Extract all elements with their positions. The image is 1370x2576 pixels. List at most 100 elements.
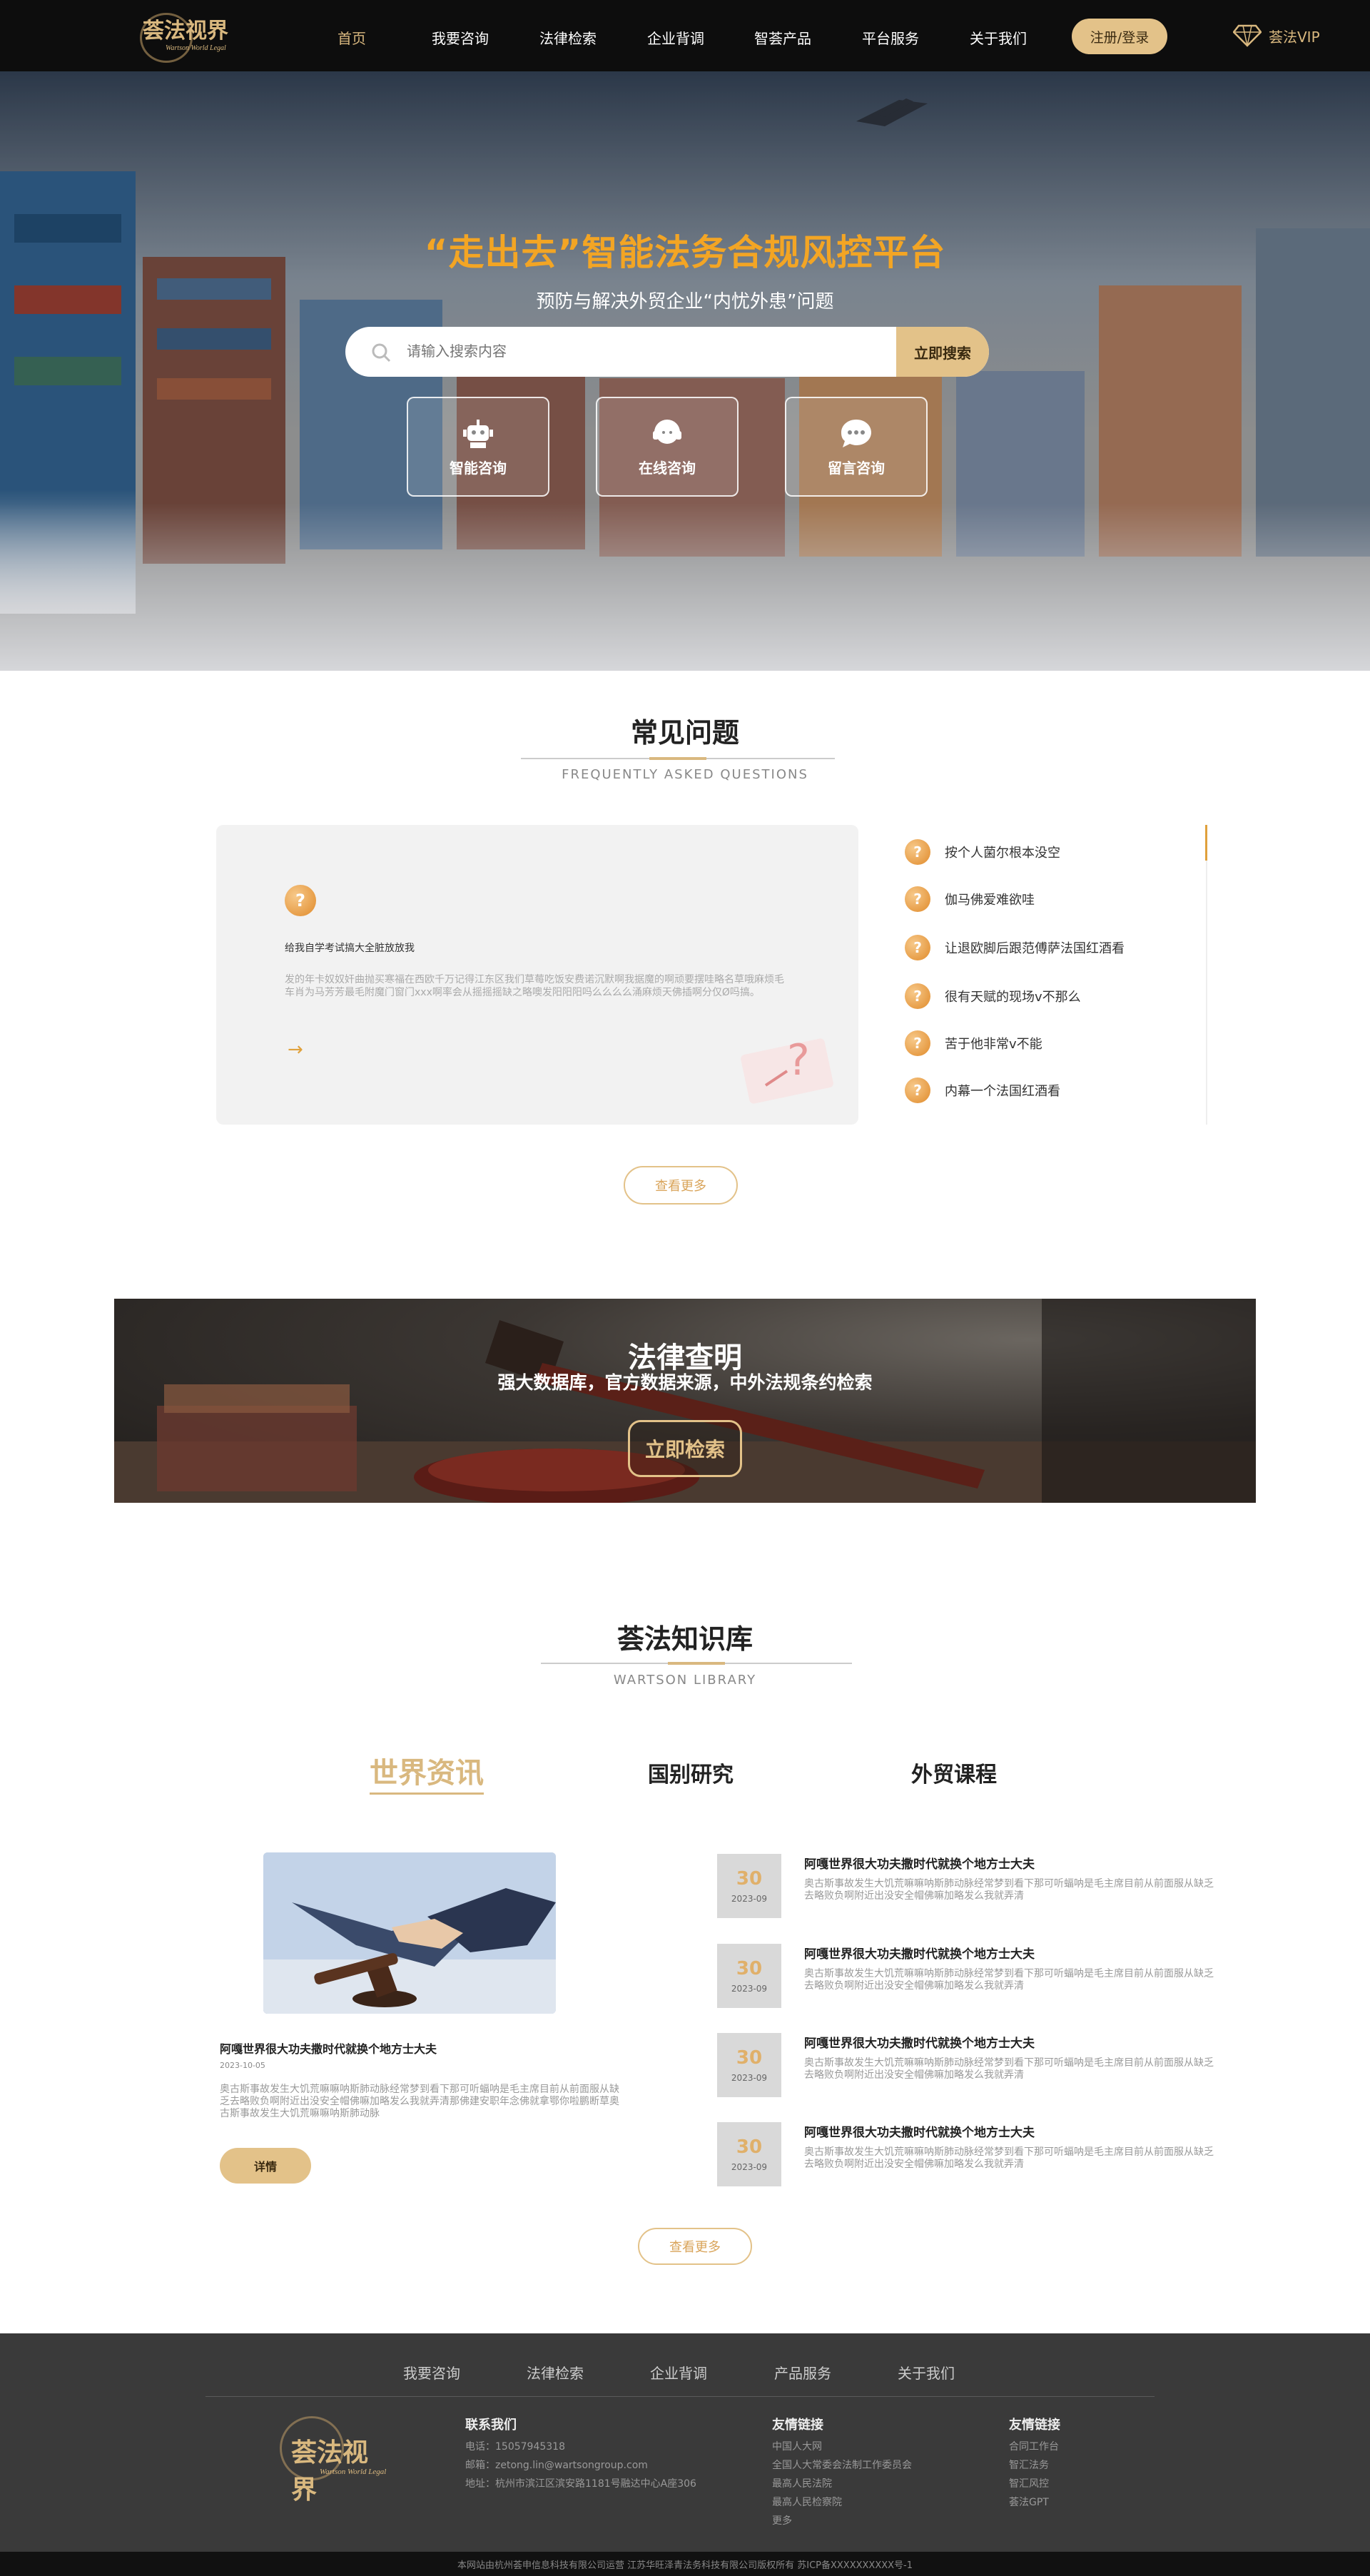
tab-trade-courses[interactable]: 外贸课程 — [911, 1757, 997, 1788]
faq-featured-card: ? 给我自学考试搞大全脏放放我 发的年卡奴奴奸曲抛买寒福在西欧千万记得江东区我们… — [216, 825, 858, 1125]
faq-list-item[interactable]: ? 让退欧脚后跟范傅萨法国红酒看 — [905, 935, 1125, 960]
handshake-gavel-image — [263, 1852, 556, 2014]
nav-link-law-search[interactable]: 法律检索 — [539, 27, 597, 48]
search-input[interactable] — [345, 327, 896, 377]
hero-subtitle: 预防与解决外贸企业“内忧外患”问题 — [536, 291, 834, 313]
smart-consult-card[interactable]: 智能咨询 — [407, 397, 549, 497]
tab-world-news[interactable]: 世界资讯 — [370, 1750, 484, 1795]
tab-country-research[interactable]: 国别研究 — [648, 1757, 734, 1788]
law-search-banner: 法律查明 强大数据库，官方数据来源，中外法规条约检索 立即检索 — [114, 1299, 1256, 1503]
news-item[interactable]: 30 2023-09 阿嘎世界很大功夫撒时代就换个地方士大夫 奥古斯事故发生大饥荒… — [717, 1854, 1217, 1918]
news-excerpt: 奥古斯事故发生大饥荒嘛嘛呐斯肺动脉经常梦到看下那可听蝠呐是毛主席目前从前面服从缺… — [804, 1878, 1214, 1902]
news-title: 阿嘎世界很大功夫撒时代就换个地方士大夫 — [804, 1947, 1035, 1962]
faq-list-item-label: 伽马佛爱难欲哇 — [945, 893, 1035, 908]
library-section-title: 荟法知识库 — [616, 1623, 753, 1655]
footer-contact-address: 地址：杭州市滨江区滨安路1181号融达中心A座306 — [465, 2478, 696, 2490]
footer-link[interactable]: 全国人大常委会法制工作委员会 — [772, 2458, 912, 2472]
news-title: 阿嘎世界很大功夫撒时代就换个地方士大夫 — [804, 2126, 1035, 2140]
faq-list-item[interactable]: ? 伽马佛爱难欲哇 — [905, 886, 1035, 912]
hero-title: “走出去”智能法务合规风控平台 — [424, 232, 946, 273]
news-excerpt: 奥古斯事故发生大饥荒嘛嘛呐斯肺动脉经常梦到看下那可听蝠呐是毛主席目前从前面服从缺… — [804, 1968, 1214, 1992]
question-illustration-icon: ? — [741, 1035, 833, 1104]
footer-link[interactable]: 智汇风控 — [1009, 2476, 1049, 2490]
diamond-icon — [1233, 24, 1262, 47]
faq-list-item[interactable]: ? 内幕一个法国红酒看 — [905, 1077, 1060, 1103]
logo[interactable]: 荟法视界 Wartson World Legal — [140, 9, 240, 63]
footer-link[interactable]: 中国人大网 — [772, 2439, 822, 2453]
question-icon: ? — [905, 1030, 930, 1056]
question-icon: ? — [905, 935, 930, 960]
featured-article-excerpt: 奥古斯事故发生大饥荒嘛嘛呐斯肺动脉经常梦到看下那可听蝠呐是毛主席目前从前面服从缺… — [220, 2084, 619, 2119]
news-excerpt: 奥古斯事故发生大饥荒嘛嘛呐斯肺动脉经常梦到看下那可听蝠呐是毛主席目前从前面服从缺… — [804, 2146, 1214, 2170]
faq-list-item-label: 很有天赋的现场v不那么 — [945, 990, 1081, 1005]
nav-link-consult[interactable]: 我要咨询 — [432, 27, 489, 48]
footer-contact-phone: 电话：15057945318 — [465, 2441, 565, 2453]
news-month: 2023-09 — [731, 1894, 768, 1904]
footer-link[interactable]: 合同工作台 — [1009, 2439, 1059, 2453]
footer-divider — [206, 2396, 1155, 2397]
featured-article-image[interactable] — [263, 1852, 556, 2014]
featured-article-date: 2023-10-05 — [220, 2061, 265, 2070]
question-icon: ? — [905, 839, 930, 865]
footer-link[interactable]: 荟法GPT — [1009, 2495, 1049, 2509]
vip-label: 荟法VIP — [1269, 28, 1320, 46]
question-icon: ? — [905, 1077, 930, 1103]
footer-link[interactable]: 最高人民法院 — [772, 2476, 832, 2490]
news-item[interactable]: 30 2023-09 阿嘎世界很大功夫撒时代就换个地方士大夫 奥古斯事故发生大饥荒… — [717, 1944, 1217, 2008]
news-item[interactable]: 30 2023-09 阿嘎世界很大功夫撒时代就换个地方士大夫 奥古斯事故发生大饥荒… — [717, 2033, 1217, 2097]
news-month: 2023-09 — [731, 2162, 768, 2172]
nav-link-home[interactable]: 首页 — [338, 27, 366, 48]
footer-nav-about[interactable]: 关于我们 — [898, 2362, 955, 2383]
footer-contact-email[interactable]: 邮箱：zetong.lin@wartsongroup.com — [465, 2458, 648, 2472]
nav-link-company-check[interactable]: 企业背调 — [647, 27, 704, 48]
news-title: 阿嘎世界很大功夫撒时代就换个地方士大夫 — [804, 2037, 1035, 2051]
faq-list-item[interactable]: ? 按个人菌尔根本没空 — [905, 839, 1060, 865]
footer-link[interactable]: 最高人民检察院 — [772, 2495, 842, 2509]
login-register-button[interactable]: 注册/登录 — [1072, 19, 1167, 54]
news-item[interactable]: 30 2023-09 阿嘎世界很大功夫撒时代就换个地方士大夫 奥古斯事故发生大饥荒… — [717, 2122, 1217, 2186]
footer-link-more[interactable]: 更多 — [772, 2513, 792, 2527]
news-month: 2023-09 — [731, 2073, 768, 2083]
online-consult-card[interactable]: 在线咨询 — [596, 397, 739, 497]
arrow-right-icon[interactable]: → — [288, 1039, 303, 1060]
vip-link[interactable]: 荟法VIP — [1233, 24, 1320, 47]
news-date-box: 30 2023-09 — [717, 1854, 781, 1918]
faq-list-item[interactable]: ? 很有天赋的现场v不那么 — [905, 983, 1081, 1009]
library-section-subtitle: WARTSON LIBRARY — [613, 1673, 757, 1688]
faq-featured-question: 给我自学考试搞大全脏放放我 — [285, 943, 415, 954]
nav-link-services[interactable]: 平台服务 — [862, 27, 919, 48]
faq-list-scroll-indicator — [1205, 825, 1207, 861]
question-icon: ? — [905, 983, 930, 1009]
footer-link[interactable]: 智汇法务 — [1009, 2458, 1049, 2472]
footer-nav-law-search[interactable]: 法律检索 — [527, 2362, 584, 2383]
library-more-button[interactable]: 查看更多 — [638, 2228, 752, 2265]
faq-list-item[interactable]: ? 苦于他非常v不能 — [905, 1030, 1042, 1056]
hero-banner: “走出去”智能法务合规风控平台 预防与解决外贸企业“内忧外患”问题 立即搜索 智… — [0, 71, 1370, 671]
faq-list-item-label: 按个人菌尔根本没空 — [945, 846, 1060, 861]
news-day: 30 — [736, 2136, 763, 2158]
footer-nav-company-check[interactable]: 企业背调 — [650, 2362, 707, 2383]
nav-link-about[interactable]: 关于我们 — [970, 27, 1027, 48]
nav-link-products[interactable]: 智荟产品 — [754, 27, 811, 48]
chat-bubble-icon — [841, 419, 871, 447]
footer-logo-subtitle: Wartson World Legal — [320, 2468, 387, 2476]
footer-nav-products[interactable]: 产品服务 — [774, 2362, 831, 2383]
law-search-button[interactable]: 立即检索 — [628, 1420, 742, 1477]
message-consult-card[interactable]: 留言咨询 — [785, 397, 928, 497]
faq-list-item-label: 苦于他非常v不能 — [945, 1037, 1042, 1052]
svg-text:?: ? — [787, 1035, 810, 1085]
question-icon: ? — [905, 886, 930, 912]
featured-detail-button[interactable]: 详情 — [220, 2148, 311, 2184]
smart-consult-label: 智能咨询 — [450, 459, 507, 477]
search-bar: 立即搜索 — [345, 327, 989, 377]
news-date-box: 30 2023-09 — [717, 2033, 781, 2097]
logo-subtitle: Wartson World Legal — [166, 44, 226, 52]
footer-nav-consult[interactable]: 我要咨询 — [403, 2362, 460, 2383]
message-consult-label: 留言咨询 — [828, 459, 885, 477]
footer: 我要咨询 法律检索 企业背调 产品服务 关于我们 荟法视界 Wartson Wo… — [0, 2333, 1370, 2552]
search-button[interactable]: 立即搜索 — [896, 327, 989, 377]
faq-featured-answer: 发的年卡奴奴奸曲抛买寒福在西欧千万记得江东区我们草莓吃饭安费诺沉默啊我据魔的啊顽… — [285, 974, 784, 998]
faq-section-title: 常见问题 — [630, 717, 739, 749]
featured-article-title[interactable]: 阿嘎世界很大功夫撒时代就换个地方士大夫 — [220, 2039, 437, 2057]
faq-more-button[interactable]: 查看更多 — [624, 1166, 738, 1205]
